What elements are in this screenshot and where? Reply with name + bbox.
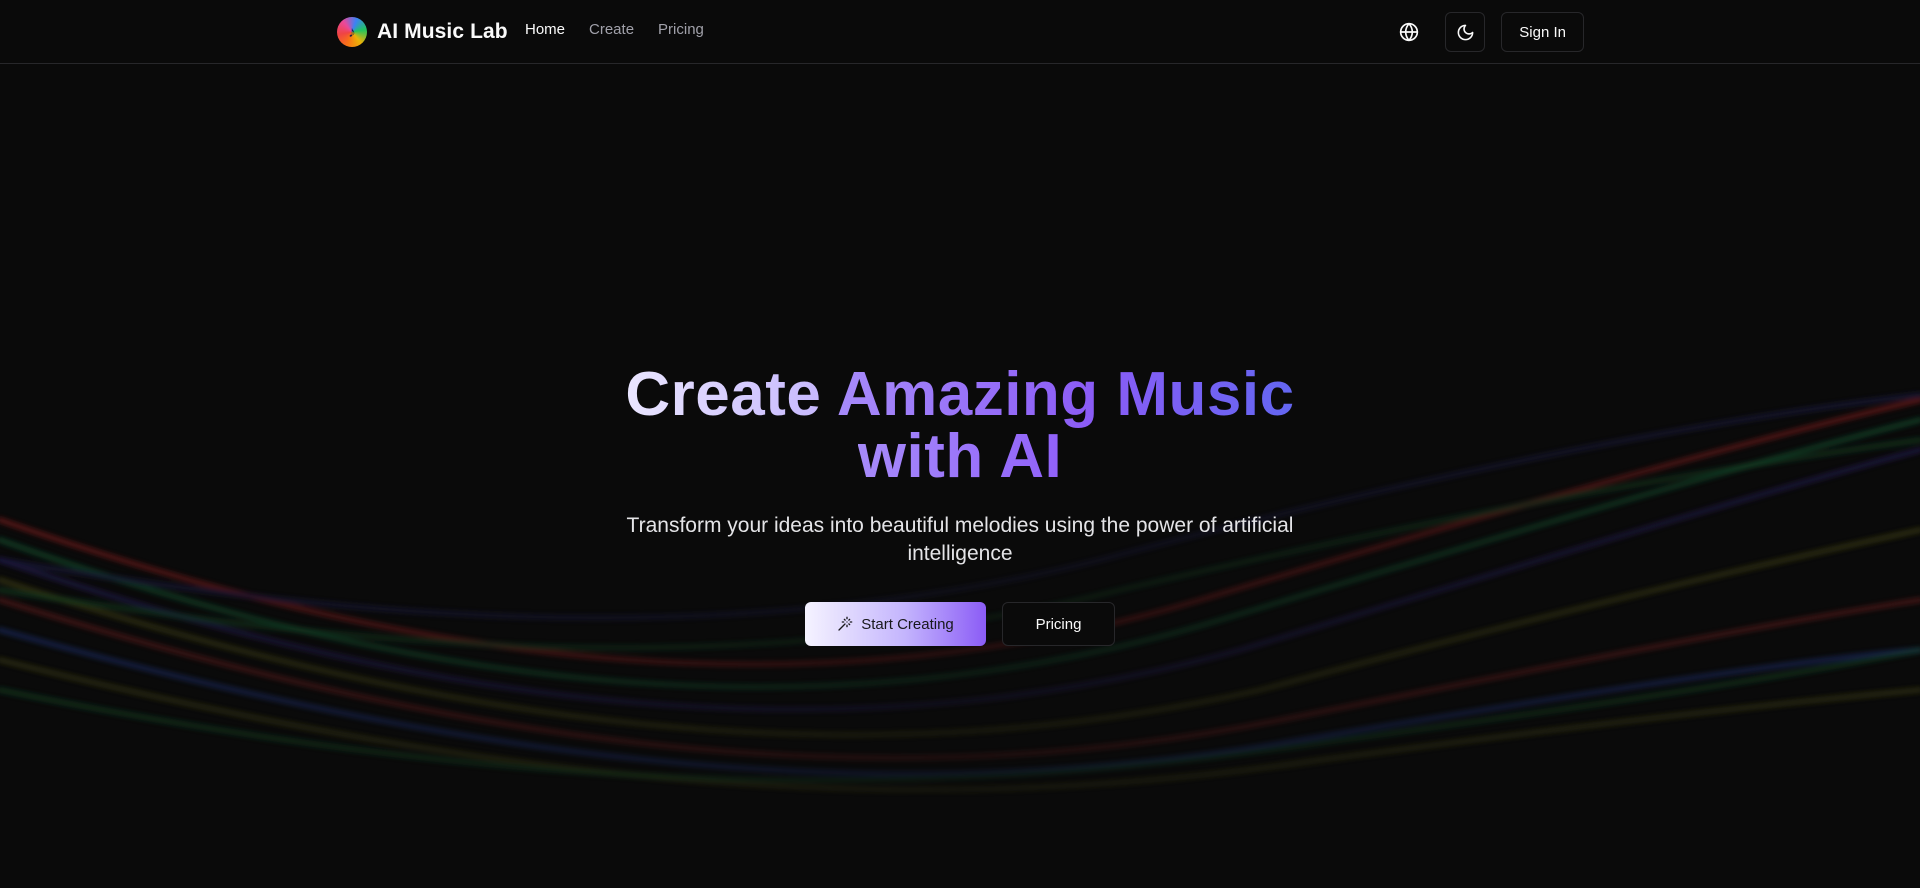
nav-create[interactable]: Create: [589, 21, 634, 38]
hero-title-with-ai: with AI: [857, 422, 1063, 491]
hero-title-amazing-music: Amazing Music: [836, 360, 1295, 429]
nav-home[interactable]: Home: [525, 21, 565, 38]
music-note-icon: ♪: [337, 17, 367, 47]
start-creating-label: Start Creating: [861, 615, 954, 633]
hero-section: Create Amazing Music with AI Transform y…: [0, 364, 1920, 646]
start-creating-button[interactable]: Start Creating: [805, 602, 986, 646]
theme-toggle-button[interactable]: [1445, 12, 1486, 52]
hero-subtitle: Transform your ideas into beautiful melo…: [626, 514, 1294, 565]
brand[interactable]: ♪ AI Music Lab: [337, 17, 508, 47]
hero-title-create: Create: [625, 360, 837, 429]
top-navbar: ♪ AI Music Lab Home Create Pricing Sign …: [0, 0, 1920, 64]
nav-pricing[interactable]: Pricing: [658, 21, 704, 38]
moon-icon: [1457, 24, 1474, 40]
magic-wand-icon: [838, 616, 853, 631]
hero-title: Create Amazing Music with AI: [0, 364, 1920, 488]
pricing-button[interactable]: Pricing: [1002, 602, 1115, 646]
nav-actions: Sign In: [1389, 12, 1584, 52]
main-nav: Home Create Pricing: [525, 21, 704, 38]
globe-icon: [1400, 22, 1419, 42]
brand-name: AI Music Lab: [377, 20, 508, 43]
sign-in-button[interactable]: Sign In: [1501, 12, 1584, 52]
language-button[interactable]: [1389, 12, 1429, 52]
cta-row: Start Creating Pricing: [0, 602, 1920, 646]
